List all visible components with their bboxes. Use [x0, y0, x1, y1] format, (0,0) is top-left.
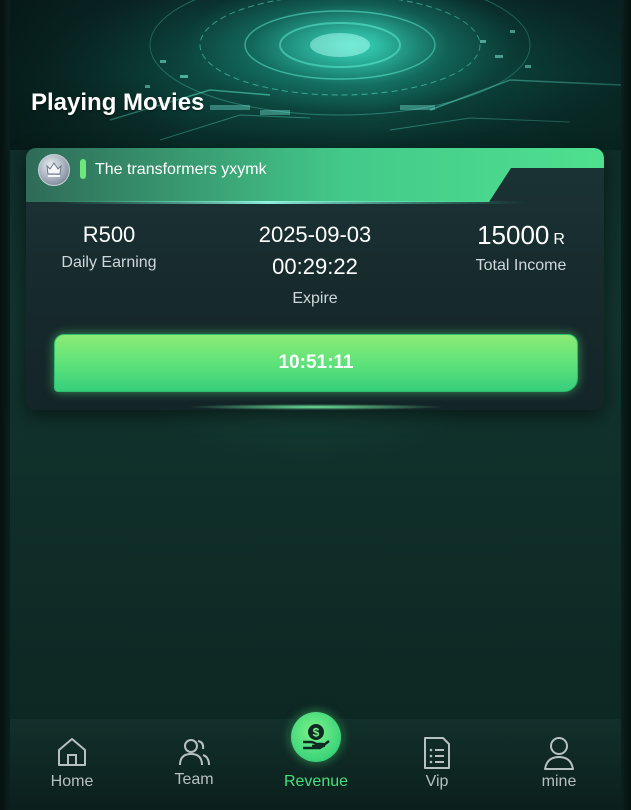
page-title: Playing Movies [31, 89, 205, 116]
nav-item-revenue[interactable]: Revenue [266, 773, 366, 791]
countdown-button[interactable]: 10:51:11 [54, 334, 578, 392]
nav-label-revenue: Revenue [283, 773, 349, 790]
nav-item-vip[interactable]: Vip [387, 735, 487, 791]
nav-label-mine: mine [541, 773, 577, 790]
right-edge [621, 0, 631, 810]
team-icon [179, 739, 210, 766]
card-header: The transformers yxymk [26, 148, 604, 204]
total-income-label: Total Income [475, 257, 567, 274]
crown-shield-icon [38, 154, 70, 186]
total-income-unit: R [553, 231, 565, 248]
card-bottom-glow [186, 404, 446, 410]
left-edge [0, 0, 10, 810]
revenue-button[interactable]: $ [288, 709, 344, 765]
total-income-value: 15000 [477, 220, 550, 250]
total-income-row: 15000 R [446, 220, 596, 251]
user-icon [544, 737, 574, 770]
daily-earning-label: Daily Earning [61, 254, 157, 271]
hero-shade [10, 0, 621, 150]
home-icon [58, 738, 86, 766]
product-name: The transformers yxymk [95, 161, 267, 178]
nav-label-vip: Vip [425, 773, 449, 790]
hero-banner [10, 0, 621, 150]
daily-earning-stat: R500 Daily Earning [34, 222, 184, 272]
daily-earning-value: R500 [82, 222, 136, 247]
nav-label-team: Team [174, 771, 214, 788]
nav-item-team[interactable]: Team [144, 737, 244, 789]
svg-text:$: $ [313, 726, 320, 740]
nav-label-home: Home [50, 773, 94, 790]
expire-label: Expire [292, 290, 338, 307]
app-screen: Playing Movies The transformers yxymk R5… [0, 0, 631, 810]
product-card: The transformers yxymk R500 Daily Earnin… [26, 148, 604, 410]
total-income-stat: 15000 R Total Income [446, 220, 596, 275]
nav-item-mine[interactable]: mine [509, 735, 609, 791]
bottom-nav: Home Team $ Revenue Vip mine [10, 709, 621, 810]
expire-time: 00:29:22 [272, 254, 358, 279]
expire-stat: 2025-09-03 00:29:22 Expire [230, 222, 400, 308]
document-list-icon [424, 737, 450, 769]
nav-item-home[interactable]: Home [22, 735, 122, 791]
expire-date: 2025-09-03 [258, 222, 372, 247]
money-hand-icon: $ [291, 712, 341, 762]
accent-bar [80, 159, 86, 179]
